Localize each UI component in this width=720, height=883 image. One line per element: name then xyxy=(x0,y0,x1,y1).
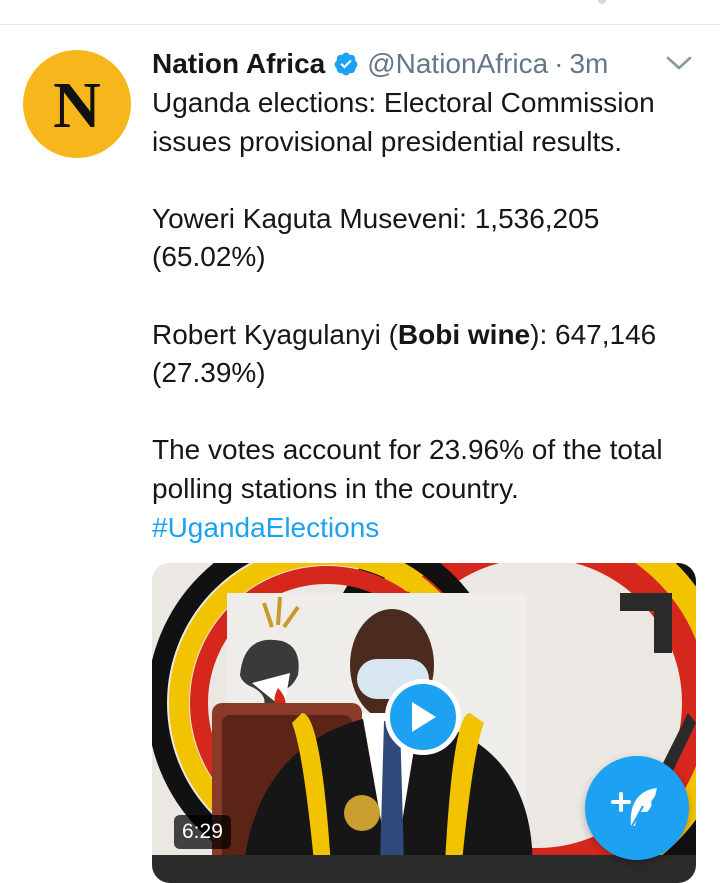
tweet-headline: Uganda elections: Electoral Commission i… xyxy=(152,87,655,157)
play-button[interactable] xyxy=(385,679,461,755)
tweet-body: Uganda elections: Electoral Commission i… xyxy=(152,84,712,547)
candidate-alias: Bobi wine xyxy=(397,318,531,350)
tweet-summary: The votes account for 23.96% of the tota… xyxy=(152,434,663,504)
compose-tweet-button[interactable] xyxy=(585,756,689,860)
candidate-result-museveni: Yoweri Kaguta Museveni: 1,536,205 (65.02… xyxy=(152,202,600,273)
play-icon xyxy=(412,702,436,732)
chevron-down-icon[interactable] xyxy=(664,52,694,74)
separator-dot: · xyxy=(554,48,564,79)
author-handle[interactable]: @NationAfrica xyxy=(367,48,548,80)
author-name[interactable]: Nation Africa xyxy=(152,48,325,80)
timestamp[interactable]: 3m xyxy=(569,48,608,80)
video-duration: 6:29 xyxy=(174,815,231,849)
avatar-logo-letter: N xyxy=(53,69,101,142)
compose-feather-icon xyxy=(611,788,657,829)
verified-badge-icon xyxy=(334,52,358,76)
candidate-result-kyagulanyi: Robert Kyagulanyi (Bobi wine): 647,146 (… xyxy=(152,316,712,393)
tweet-header: Nation Africa @NationAfrica · 3m xyxy=(152,44,608,84)
top-divider xyxy=(0,24,720,25)
scroll-indicator xyxy=(598,0,606,4)
avatar[interactable]: N xyxy=(23,50,131,158)
hashtag-link[interactable]: #UgandaElections xyxy=(152,512,379,543)
candidate-name: Robert Kyagulanyi ( xyxy=(152,318,398,350)
